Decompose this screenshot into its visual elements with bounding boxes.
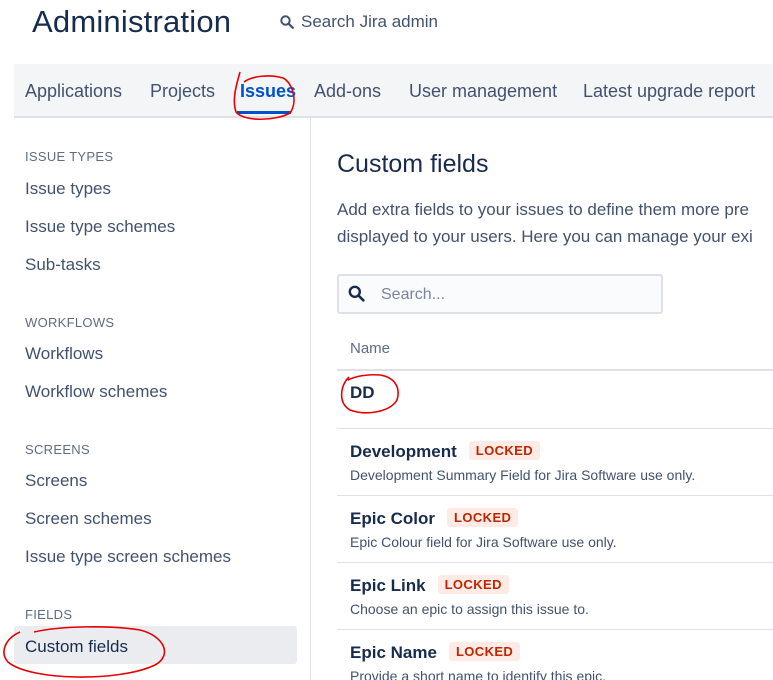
field-description: Development Summary Field for Jira Softw… bbox=[350, 467, 696, 483]
search-icon bbox=[348, 285, 365, 302]
tab-add-ons[interactable]: Add-ons bbox=[314, 81, 381, 102]
field-name-epic-color: Epic Color LOCKED bbox=[350, 508, 519, 529]
sidebar-item-sub-tasks[interactable]: Sub-tasks bbox=[25, 255, 101, 275]
search-input[interactable] bbox=[379, 282, 653, 308]
description-line-2: displayed to your users. Here you can ma… bbox=[337, 227, 753, 246]
field-name-epic-link: Epic Link LOCKED bbox=[350, 575, 509, 596]
description-line-1: Add extra fields to your issues to defin… bbox=[337, 200, 749, 219]
sidebar-heading-issue-types: ISSUE TYPES bbox=[25, 149, 114, 164]
sidebar-item-custom-fields-label: Custom fields bbox=[25, 637, 128, 656]
sidebar-heading-fields: FIELDS bbox=[25, 607, 73, 622]
tab-applications[interactable]: Applications bbox=[25, 81, 122, 102]
field-name-epic-name: Epic Name LOCKED bbox=[350, 642, 521, 663]
admin-tabs: Applications Projects Issues Add-ons Use… bbox=[14, 64, 773, 118]
field-name-development: Development LOCKED bbox=[350, 441, 541, 462]
field-title[interactable]: Epic Color bbox=[350, 509, 435, 528]
field-description: Choose an epic to assign this issue to. bbox=[350, 601, 589, 617]
admin-sidebar: ISSUE TYPES Issue types Issue type schem… bbox=[14, 118, 311, 680]
column-header-name[interactable]: Name bbox=[350, 340, 390, 357]
search-jira-admin-label: Search Jira admin bbox=[301, 12, 439, 31]
field-title[interactable]: Epic Name bbox=[350, 643, 437, 662]
locked-badge: LOCKED bbox=[468, 441, 541, 460]
page-heading-administration: Administration bbox=[32, 4, 232, 39]
row-divider bbox=[337, 495, 773, 496]
locked-badge: LOCKED bbox=[447, 508, 519, 527]
sidebar-item-custom-fields[interactable]: Custom fields bbox=[14, 626, 297, 664]
row-divider bbox=[337, 428, 773, 429]
search-jira-admin-button[interactable]: Search Jira admin bbox=[280, 12, 438, 32]
page-title: Custom fields bbox=[337, 150, 489, 178]
field-description: Epic Colour field for Jira Software use … bbox=[350, 534, 617, 550]
sidebar-item-screens[interactable]: Screens bbox=[25, 471, 87, 491]
admin-header: Administration Search Jira admin Applica… bbox=[0, 0, 773, 118]
field-title[interactable]: Epic Link bbox=[350, 576, 426, 595]
locked-badge: LOCKED bbox=[437, 575, 509, 594]
row-divider bbox=[337, 629, 773, 630]
field-description: Provide a short name to identify this ep… bbox=[350, 668, 607, 680]
sidebar-item-workflow-schemes[interactable]: Workflow schemes bbox=[25, 382, 167, 402]
field-title[interactable]: Development bbox=[350, 442, 457, 461]
field-name-dd[interactable]: DD bbox=[350, 383, 375, 403]
sidebar-item-workflows[interactable]: Workflows bbox=[25, 344, 103, 364]
custom-fields-search[interactable] bbox=[337, 274, 663, 314]
tab-user-management[interactable]: User management bbox=[409, 81, 557, 102]
header-divider bbox=[337, 369, 773, 371]
tab-latest-upgrade-report[interactable]: Latest upgrade report bbox=[583, 81, 755, 102]
sidebar-item-issue-type-screen-schemes[interactable]: Issue type screen schemes bbox=[25, 547, 231, 567]
sidebar-item-issue-types[interactable]: Issue types bbox=[25, 179, 111, 199]
locked-badge: LOCKED bbox=[448, 642, 521, 661]
tab-issues[interactable]: Issues bbox=[240, 81, 296, 102]
tab-projects[interactable]: Projects bbox=[150, 81, 215, 102]
search-icon bbox=[280, 15, 294, 29]
sidebar-heading-workflows: WORKFLOWS bbox=[25, 315, 115, 330]
sidebar-item-screen-schemes[interactable]: Screen schemes bbox=[25, 509, 152, 529]
row-divider bbox=[337, 562, 773, 563]
sidebar-heading-screens: SCREENS bbox=[25, 442, 90, 457]
sidebar-item-issue-type-schemes[interactable]: Issue type schemes bbox=[25, 217, 175, 237]
active-tab-indicator bbox=[237, 111, 291, 114]
main-content: Custom fields Add extra fields to your i… bbox=[311, 118, 773, 680]
